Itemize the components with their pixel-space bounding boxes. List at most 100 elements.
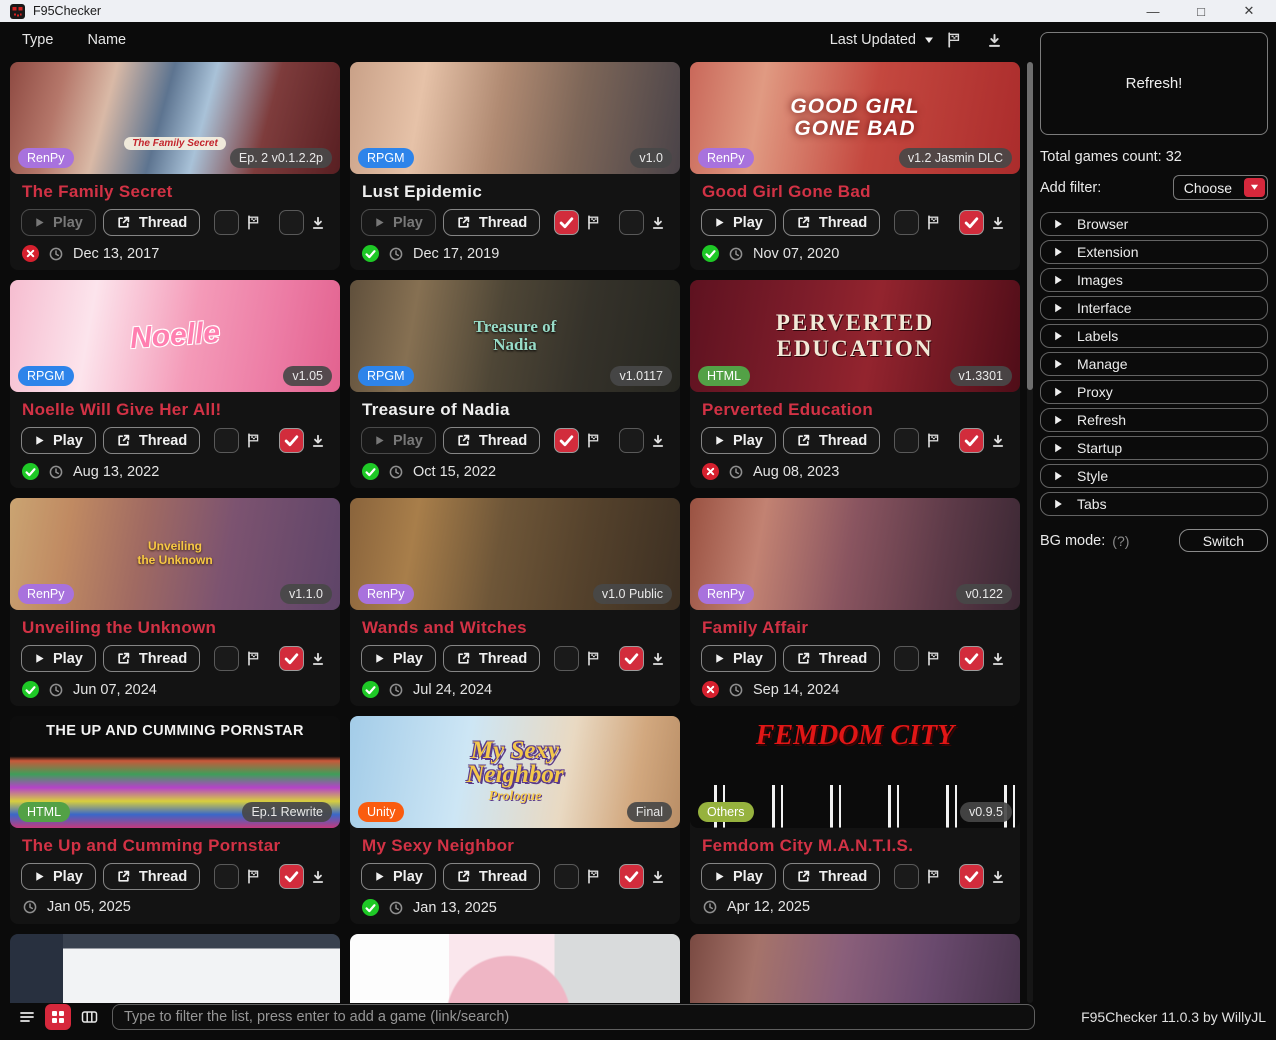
refresh-button[interactable]: Refresh!: [1040, 32, 1268, 135]
game-cover-image[interactable]: Unveiling the Unknown RenPy v1.1.0: [10, 498, 340, 610]
finished-checkbox[interactable]: [214, 210, 240, 235]
finished-checkbox[interactable]: [554, 646, 580, 671]
finished-checkbox[interactable]: [214, 428, 240, 453]
installed-checkbox[interactable]: [619, 646, 645, 671]
game-cover-image[interactable]: [10, 934, 340, 1003]
installed-checkbox[interactable]: [279, 646, 305, 671]
scrollbar-thumb[interactable]: [1027, 62, 1033, 390]
column-header-type[interactable]: Type: [22, 32, 53, 48]
settings-section-images[interactable]: Images: [1040, 268, 1268, 292]
game-cover-image[interactable]: [690, 934, 1020, 1003]
bg-mode-help[interactable]: (?): [1112, 533, 1129, 549]
settings-section-proxy[interactable]: Proxy: [1040, 380, 1268, 404]
settings-section-tabs[interactable]: Tabs: [1040, 492, 1268, 516]
thread-button[interactable]: Thread: [102, 209, 201, 236]
play-button[interactable]: Play: [21, 863, 96, 890]
thread-button[interactable]: Thread: [102, 427, 201, 454]
settings-section-extension[interactable]: Extension: [1040, 240, 1268, 264]
installed-checkbox[interactable]: [619, 428, 645, 453]
installed-checkbox[interactable]: [279, 210, 305, 235]
game-cover-image[interactable]: THE UP AND CUMMING PORNSTAR HTML Ep.1 Re…: [10, 716, 340, 828]
installed-checkbox[interactable]: [959, 864, 985, 889]
thread-button[interactable]: Thread: [782, 645, 881, 672]
play-button[interactable]: Play: [701, 645, 776, 672]
play-button[interactable]: Play: [701, 427, 776, 454]
thread-button[interactable]: Thread: [442, 645, 541, 672]
thread-button[interactable]: Thread: [102, 863, 201, 890]
thread-button[interactable]: Thread: [442, 863, 541, 890]
finished-checkbox[interactable]: [554, 864, 580, 889]
thread-button[interactable]: Thread: [102, 645, 201, 672]
settings-section-labels[interactable]: Labels: [1040, 324, 1268, 348]
checkbox-check-icon: [964, 435, 979, 447]
play-button[interactable]: Play: [21, 427, 96, 454]
game-cover-image[interactable]: RenPy v0.122: [690, 498, 1020, 610]
finished-checkbox[interactable]: [214, 646, 240, 671]
installed-checkbox[interactable]: [959, 646, 985, 671]
settings-section-manage[interactable]: Manage: [1040, 352, 1268, 376]
close-button[interactable]: ✕: [1240, 3, 1258, 19]
play-button[interactable]: Play: [701, 863, 776, 890]
engine-badge: RenPy: [698, 584, 754, 604]
settings-section-browser[interactable]: Browser: [1040, 212, 1268, 236]
installed-checkbox[interactable]: [619, 864, 645, 889]
finished-checkbox[interactable]: [214, 864, 240, 889]
installed-checkbox[interactable]: [619, 210, 645, 235]
filter-input[interactable]: [112, 1004, 1035, 1030]
header-installed-download-icon[interactable]: [987, 33, 1002, 48]
settings-section-startup[interactable]: Startup: [1040, 436, 1268, 460]
game-title: The Up and Cumming Pornstar: [22, 836, 281, 855]
window-title: F95Checker: [33, 4, 102, 18]
play-button[interactable]: Play: [361, 645, 436, 672]
checkbox-check-icon: [559, 435, 574, 447]
play-button[interactable]: Play: [361, 863, 436, 890]
play-button[interactable]: Play: [361, 209, 436, 236]
view-mode-grid-button[interactable]: [45, 1004, 71, 1030]
column-header-name[interactable]: Name: [87, 32, 126, 48]
header-finished-flag-icon[interactable]: [946, 32, 961, 48]
play-button[interactable]: Play: [701, 209, 776, 236]
settings-section-interface[interactable]: Interface: [1040, 296, 1268, 320]
settings-section-style[interactable]: Style: [1040, 464, 1268, 488]
filter-choose-dropdown[interactable]: Choose: [1172, 175, 1268, 200]
game-cover-image[interactable]: FEMDOM CITY Others v0.9.5: [690, 716, 1020, 828]
play-button[interactable]: Play: [21, 209, 96, 236]
finished-checkbox[interactable]: [894, 428, 920, 453]
finished-checkbox[interactable]: [554, 428, 580, 453]
switch-bg-mode-button[interactable]: Switch: [1178, 529, 1268, 552]
finished-checkbox[interactable]: [894, 210, 920, 235]
play-button[interactable]: Play: [361, 427, 436, 454]
thread-button[interactable]: Thread: [782, 427, 881, 454]
list-scrollbar[interactable]: [1027, 62, 1033, 1003]
installed-checkbox[interactable]: [279, 864, 305, 889]
play-button[interactable]: Play: [21, 645, 96, 672]
sort-header-last-updated[interactable]: Last Updated: [830, 32, 934, 48]
cards-grid: The Family Secret RenPy Ep. 2 v0.1.2.2p …: [10, 62, 1020, 1003]
finished-checkbox[interactable]: [894, 864, 920, 889]
installed-checkbox[interactable]: [959, 210, 985, 235]
game-cover-image[interactable]: The Family Secret RenPy Ep. 2 v0.1.2.2p: [10, 62, 340, 174]
minimize-button[interactable]: —: [1144, 3, 1162, 19]
view-mode-list-button[interactable]: [14, 1004, 40, 1030]
game-cover-image[interactable]: RPGM v1.0: [350, 62, 680, 174]
game-cover-image[interactable]: RenPy v1.0 Public: [350, 498, 680, 610]
game-cover-image[interactable]: [350, 934, 680, 1003]
version-badge: Ep. 2 v0.1.2.2p: [229, 148, 332, 168]
thread-button[interactable]: Thread: [442, 209, 541, 236]
game-cover-image[interactable]: PERVERTED EDUCATION HTML v1.3301: [690, 280, 1020, 392]
finished-checkbox[interactable]: [554, 210, 580, 235]
thread-button[interactable]: Thread: [782, 209, 881, 236]
view-mode-kanban-button[interactable]: [76, 1004, 102, 1030]
installed-checkbox[interactable]: [959, 428, 985, 453]
installed-checkbox[interactable]: [279, 428, 305, 453]
maximize-button[interactable]: □: [1192, 3, 1210, 19]
game-cover-image[interactable]: GOOD GIRL GONE BAD RenPy v1.2 Jasmin DLC: [690, 62, 1020, 174]
thread-button[interactable]: Thread: [442, 427, 541, 454]
game-cover-image[interactable]: Noelle RPGM v1.05: [10, 280, 340, 392]
thread-button[interactable]: Thread: [782, 863, 881, 890]
settings-section-refresh[interactable]: Refresh: [1040, 408, 1268, 432]
game-cover-image[interactable]: Treasure of Nadia RPGM v1.0117: [350, 280, 680, 392]
finished-checkbox[interactable]: [894, 646, 920, 671]
version-badge: v1.0117: [610, 366, 672, 386]
game-cover-image[interactable]: My Sexy Neighbor Prologue Unity Final: [350, 716, 680, 828]
